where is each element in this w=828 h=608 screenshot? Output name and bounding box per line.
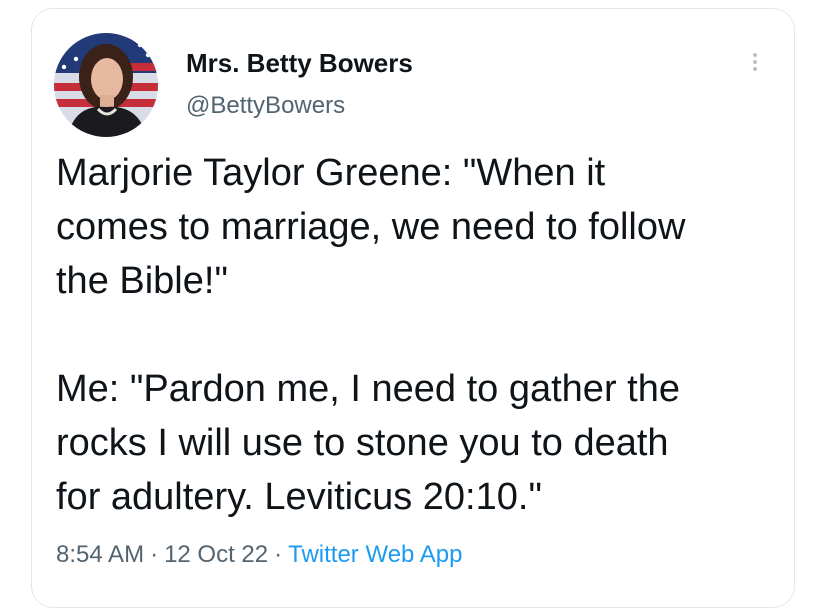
meta-separator: ·: [274, 541, 283, 568]
more-dot: [753, 67, 757, 71]
tweet-source[interactable]: Twitter Web App: [288, 541, 462, 568]
more-vertical-icon[interactable]: [745, 50, 765, 80]
meta-separator: ·: [150, 541, 159, 568]
author-handle[interactable]: @BettyBowers: [186, 92, 345, 120]
more-dot: [753, 53, 757, 57]
tweet-time[interactable]: 8:54 AM: [56, 541, 144, 568]
author-display-name[interactable]: Mrs. Betty Bowers: [186, 48, 413, 79]
avatar-photo: [54, 33, 158, 137]
tweet-paragraph: Marjorie Taylor Greene: "When it comes t…: [56, 152, 686, 302]
tweet-paragraph: Me: "Pardon me, I need to gather the roc…: [56, 368, 680, 518]
tweet-text: Marjorie Taylor Greene: "When it comes t…: [56, 146, 796, 524]
tweet-meta: 8:54 AM · 12 Oct 22 · Twitter Web App: [56, 541, 462, 569]
more-dot: [753, 60, 757, 64]
avatar[interactable]: [54, 33, 158, 137]
tweet-date[interactable]: 12 Oct 22: [164, 541, 268, 568]
